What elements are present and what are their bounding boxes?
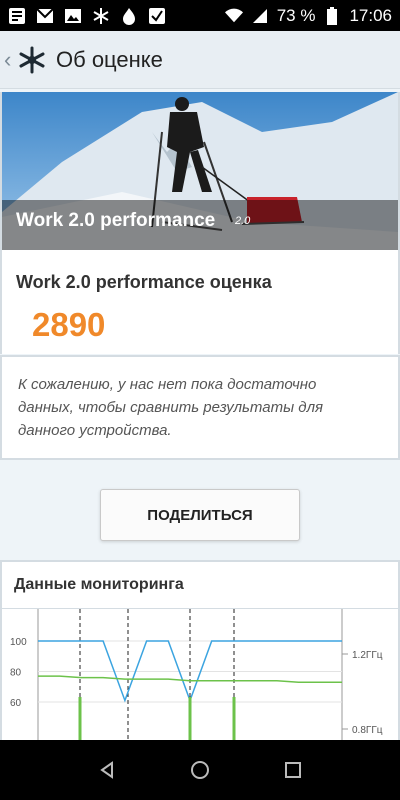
chart-y2-tick-label: 0.8ГГц <box>352 725 383 736</box>
share-button[interactable]: ПОДЕЛИТЬСЯ <box>100 489 300 541</box>
battery-icon <box>323 6 341 25</box>
signal-icon <box>251 7 269 25</box>
home-nav-icon[interactable] <box>180 750 220 790</box>
chart-y2-tick-label: 1.2ГГц <box>352 650 383 661</box>
clock: 17:06 <box>349 5 392 25</box>
monitoring-title: Данные мониторинга <box>14 576 184 593</box>
notification-icons <box>8 7 166 25</box>
status-bar: 73 % 17:06 <box>0 0 400 31</box>
hero-version: 2.0 <box>235 215 251 227</box>
back-arrow-icon[interactable]: ‹ <box>4 47 16 73</box>
app-bar: ‹ Об оценке <box>0 31 400 89</box>
content-area[interactable]: Work 2.0 performance 2.0 Work 2.0 perfor… <box>0 89 400 740</box>
hero-label: Work 2.0 performance <box>16 210 216 231</box>
flame-icon <box>120 7 138 25</box>
back-nav-icon[interactable] <box>87 750 127 790</box>
monitoring-chart: 100 80 60 1.2ГГц 0.8ГГц <box>10 609 383 740</box>
gmail-icon <box>36 7 54 25</box>
message-card: К сожалению, у нас нет пока достаточно д… <box>0 355 400 460</box>
battery-percent: 73 % <box>276 5 316 25</box>
gallery-icon <box>64 7 82 25</box>
monitoring-card: Данные мониторинга 100 80 60 1.2ГГц 0.8ГГц <box>0 560 400 740</box>
check-icon <box>148 7 166 25</box>
chart-series-line <box>38 640 342 703</box>
no-data-message: К сожалению, у нас нет пока достаточно д… <box>18 376 324 439</box>
chart-y-tick-label: 60 <box>10 698 22 709</box>
hero-card: Work 2.0 performance 2.0 <box>0 92 400 250</box>
app-logo-icon[interactable] <box>18 46 46 74</box>
snowflake-icon <box>92 7 110 25</box>
page-title: Об оценке <box>56 46 163 72</box>
navigation-bar <box>0 740 400 800</box>
chart-y-tick-label: 80 <box>10 668 22 679</box>
news-icon <box>8 7 26 25</box>
score-card: Work 2.0 performance оценка 2890 <box>0 250 400 354</box>
score-value: 2890 <box>32 306 106 343</box>
recents-nav-icon[interactable] <box>273 750 313 790</box>
chart-y-tick-label: 100 <box>10 637 27 648</box>
score-title: Work 2.0 performance оценка <box>16 272 272 292</box>
wifi-icon <box>224 7 243 25</box>
